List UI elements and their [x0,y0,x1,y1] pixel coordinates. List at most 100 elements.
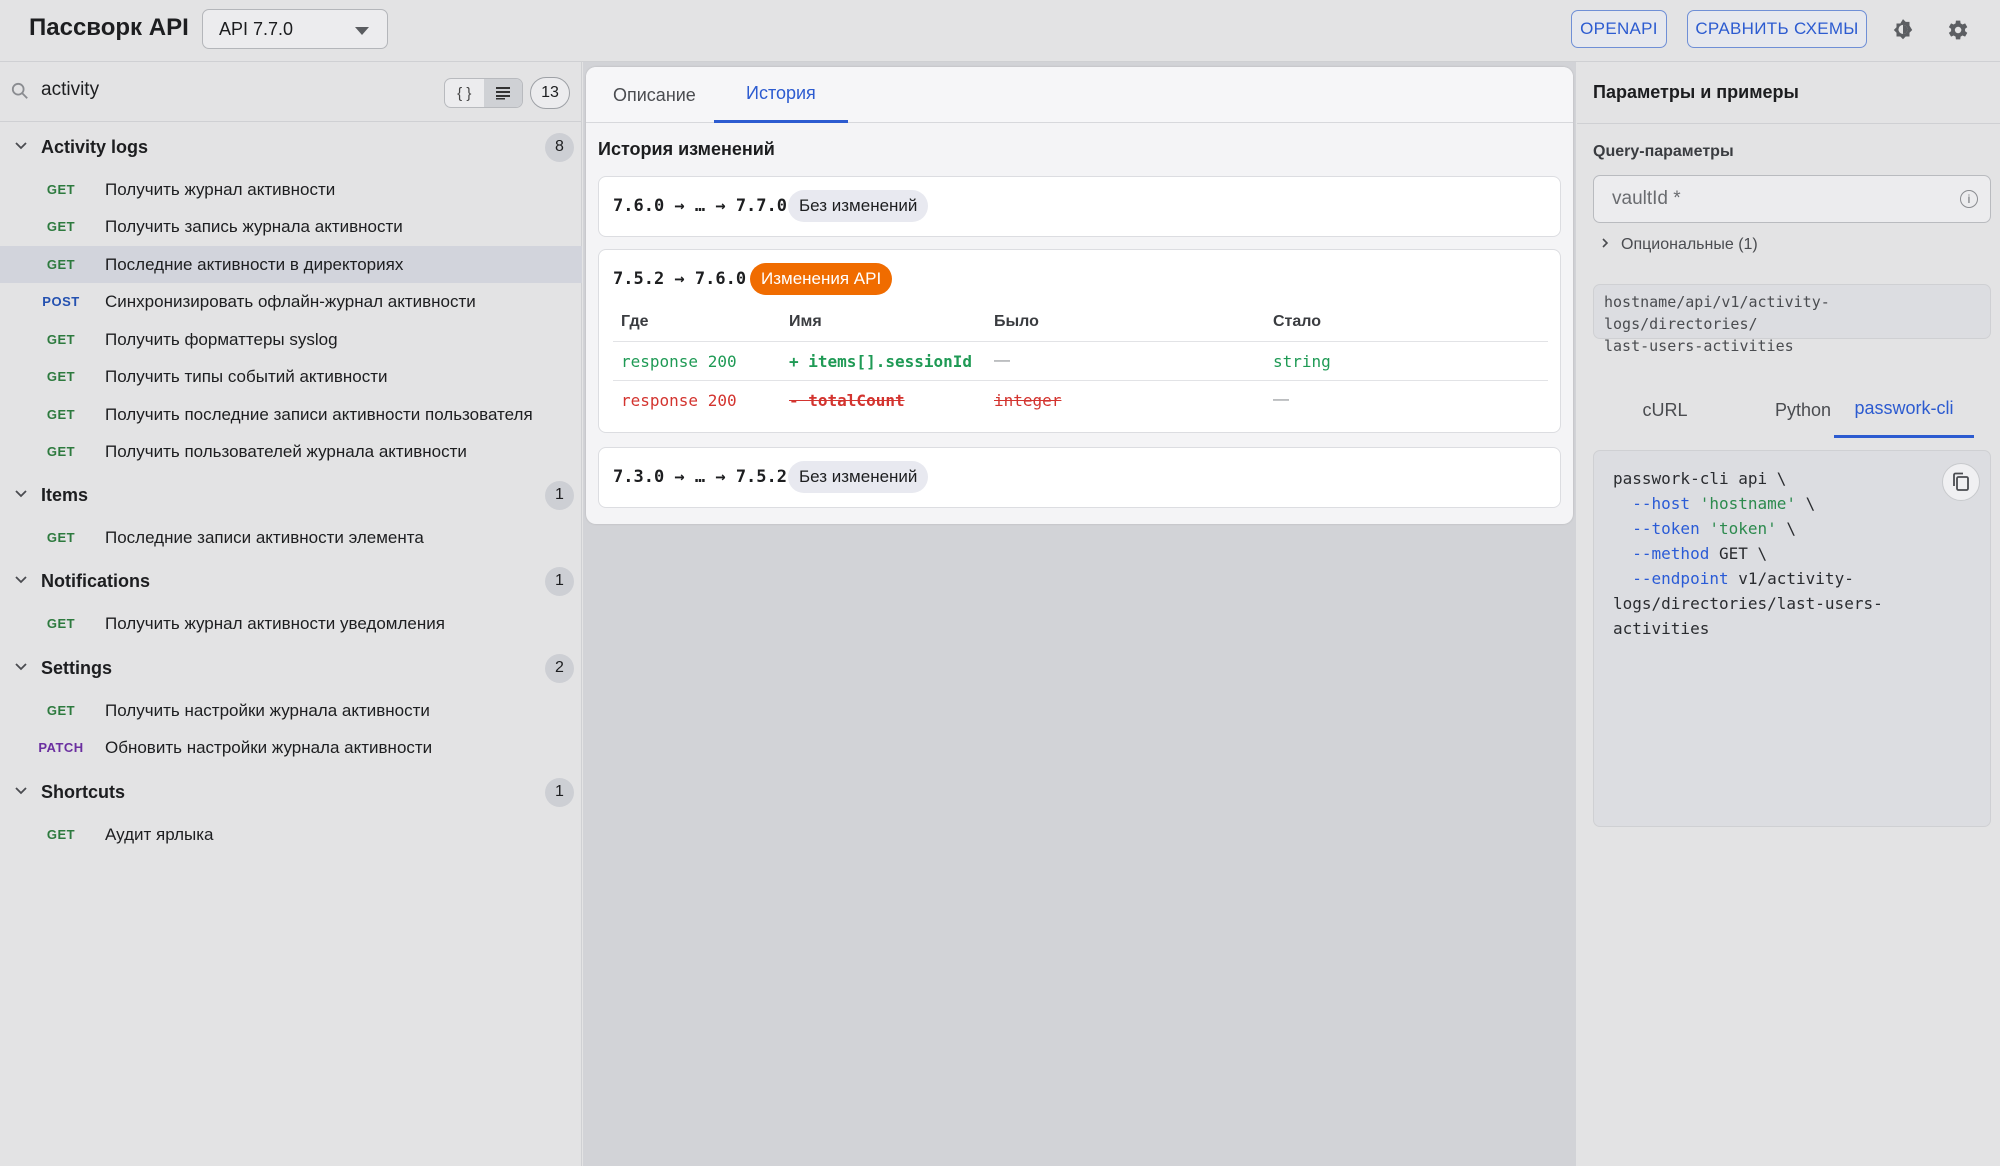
divider [1577,123,2000,124]
endpoint-item[interactable]: POST Синхронизировать офлайн-журнал актив… [0,283,582,320]
endpoint-item-selected[interactable]: GET Последние активности в директориях [0,246,582,283]
endpoint-label: Получить запись журнала активности [105,216,403,236]
code-line: passwork-cli api \ [1613,469,1787,488]
endpoint-item[interactable]: GET Аудит ярлыка [0,816,582,853]
endpoint-item[interactable]: GET Получить настройки журнала активности [0,692,582,729]
endpoint-item[interactable]: GET Получить форматтеры syslog [0,321,582,358]
code-value: v1/activity- [1738,569,1854,588]
endpoint-label: Получить пользователей журнала активност… [105,441,467,461]
panel-title: Параметры и примеры [1593,82,1799,102]
chevron-down-icon [355,27,369,35]
column-header: Имя [789,313,822,330]
version-range: 7.3.0 → … → 7.5.2 [613,467,787,487]
copy-icon[interactable] [1942,463,1980,501]
chevron-down-icon [15,576,27,584]
version-range: 7.6.0 → … → 7.7.0 [613,196,787,216]
group-count: 1 [545,480,574,510]
chevron-down-icon [15,490,27,498]
group-count: 2 [545,653,574,683]
code-line: activities [1613,619,1710,638]
endpoint-item[interactable]: GET Получить типы событий активности [0,358,582,395]
chevron-down-icon [15,663,27,671]
method-badge: GET [46,616,76,631]
tab-passwork-cli[interactable]: passwork-cli [1834,382,1974,438]
endpoint-label: Получить журнал активности уведомления [105,613,445,633]
params-panel: Параметры и примеры Query-параметры vaul… [1577,62,2000,1166]
group-shortcuts[interactable]: Shortcuts 1 [0,773,582,811]
group-notifications[interactable]: Notifications 1 [0,562,582,600]
cell-where: response 200 [621,352,737,371]
endpoint-label: Получить последние записи активности пол… [105,404,533,424]
version-block: 7.6.0 → … → 7.7.0 Без изменений [598,176,1561,237]
endpoint-item[interactable]: GET Получить последние записи активности … [0,396,582,433]
method-badge: POST [42,294,80,309]
code-value: 'hostname' [1699,494,1797,513]
endpoint-label: Последние записи активности элемента [105,527,424,547]
endpoint-label: Обновить настройки журнала активности [105,737,433,757]
endpoint-label: Получить журнал активности [105,179,336,199]
cell-name: + items[].sessionId [789,352,973,371]
method-badge: GET [46,407,76,422]
app-title: Пассворк API [29,14,189,41]
endpoint-item[interactable]: PATCH Обновить настройки журнала активнос… [0,729,582,766]
group-activity-logs[interactable]: Activity logs 8 [0,128,582,166]
list-view-icon[interactable] [483,79,522,107]
endpoint-card: Описание История История изменений 7.6.0… [586,67,1573,524]
code-sample: passwork-cli api \ --host 'hostname' \ -… [1593,450,1991,827]
code-line: --method GET \ [1613,544,1767,563]
group-name: Items [41,484,89,505]
endpoint-label: Получить типы событий активности [105,366,388,386]
endpoint-item[interactable]: GET Получить пользователей журнала активн… [0,433,582,470]
method-badge: PATCH [38,740,84,755]
compare-schemas-button[interactable]: СРАВНИТЬ СХЕМЫ [1687,10,1867,48]
cell-name: - totalCount [789,391,905,410]
url-line: last-users-activities [1604,337,1794,355]
url-line: hostname/api/v1/activity-logs/directorie… [1604,293,1830,333]
version-select[interactable]: API 7.7.0 [202,9,388,49]
column-header: Где [621,313,649,330]
settings-gear-icon[interactable] [1942,15,1972,45]
code-value: GET \ [1718,544,1768,563]
chevron-right-icon [1602,238,1609,248]
code-flag: --endpoint [1632,569,1729,588]
endpoint-item[interactable]: GET Последние записи активности элемента [0,519,582,556]
request-url: hostname/api/v1/activity-logs/directorie… [1593,284,1991,355]
search-input[interactable]: activity [41,79,99,101]
endpoint-sidebar: activity { } 13 Activity logs 8 GET Получ… [0,62,582,1166]
group-count: 1 [545,777,574,807]
version-block: 7.3.0 → … → 7.5.2 Без изменений [598,447,1561,508]
code-cont: \ [1786,519,1797,538]
method-badge: GET [46,257,76,272]
code-view-icon[interactable]: { } [445,79,484,107]
api-changes-badge: Изменения API [750,263,893,295]
method-badge: GET [46,369,76,384]
endpoint-item[interactable]: GET Получить запись журнала активности [0,208,582,245]
endpoint-label: Получить форматтеры syslog [105,329,338,349]
tab-history[interactable]: История [714,67,848,123]
openapi-button[interactable]: OPENAPI [1571,10,1667,48]
vaultid-input[interactable]: vaultId * i [1593,175,1991,223]
status-badge: Без изменений [788,190,929,222]
code-line: --endpoint v1/activity- [1613,569,1854,588]
tab-curl[interactable]: cURL [1595,382,1735,438]
theme-toggle-icon[interactable] [1888,15,1918,45]
info-icon[interactable]: i [1960,190,1978,208]
cell-was: integer [994,391,1062,410]
chevron-down-icon [15,787,27,795]
code-flag: --host [1632,494,1691,513]
version-range: 7.5.2 → 7.6.0 [613,269,747,289]
search-icon [11,82,29,105]
history-title: История изменений [598,139,775,159]
tab-description[interactable]: Описание [613,67,696,123]
group-name: Settings [41,657,113,678]
endpoint-item[interactable]: GET Получить журнал активности уведомлени… [0,605,582,642]
content-tabs: Описание История [586,67,1573,123]
group-items[interactable]: Items 1 [0,476,582,514]
table-row: response 200 + items[].sessionId — strin… [613,341,1548,380]
optional-params-toggle[interactable]: Опциональные (1) [1599,236,1758,254]
method-badge: GET [46,703,76,718]
endpoint-label: Синхронизировать офлайн-журнал активност… [105,291,476,311]
group-settings[interactable]: Settings 2 [0,649,582,687]
group-name: Activity logs [41,136,149,157]
endpoint-item[interactable]: GET Получить журнал активности [0,171,582,208]
